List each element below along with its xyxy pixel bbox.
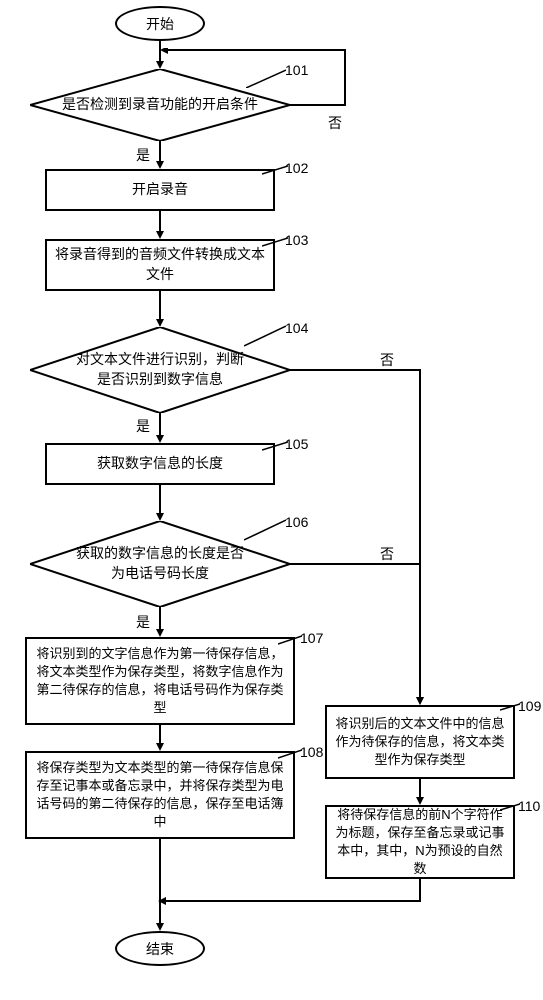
step-number-103: 103 xyxy=(285,232,308,248)
num-pointer xyxy=(244,518,286,542)
arrow xyxy=(155,291,165,327)
decision-104-text: 对文本文件进行识别，判断是否识别到数字信息 xyxy=(70,350,250,389)
num-pointer xyxy=(262,164,288,176)
step-number-105: 105 xyxy=(285,436,308,452)
process-110-text: 将待保存信息的前N个字符作为标题，保存至备忘录或记事本中，其中，N为预设的自然数 xyxy=(335,806,505,879)
loop-no-101 xyxy=(160,48,350,108)
arrow xyxy=(155,725,165,751)
arrow xyxy=(415,779,425,805)
arrow xyxy=(155,485,165,521)
process-108: 将保存类型为文本类型的第一待保存信息保存至记事本或备忘录中，并将保存类型为电话号… xyxy=(25,751,295,839)
num-pointer xyxy=(500,802,520,812)
yes-label-106: 是 xyxy=(136,612,150,632)
process-102: 开启录音 xyxy=(45,169,275,211)
step-number-104: 104 xyxy=(285,320,308,336)
step-number-109: 109 xyxy=(518,698,541,714)
process-107-text: 将识别到的文字信息作为第一待保存信息，将文本类型作为保存类型，将数字信息作为第二… xyxy=(35,645,285,718)
no-label-101: 否 xyxy=(328,113,342,133)
end-text: 结束 xyxy=(146,939,174,959)
step-number-110: 110 xyxy=(518,798,540,814)
process-103-text: 将录音得到的音频文件转换成文本文件 xyxy=(55,245,265,284)
step-number-102: 102 xyxy=(285,160,308,176)
arrow xyxy=(155,141,165,169)
num-pointer xyxy=(278,748,302,760)
start-text: 开始 xyxy=(146,14,174,34)
process-105: 获取数字信息的长度 xyxy=(45,443,275,485)
yes-label-101: 是 xyxy=(136,145,150,165)
step-number-108: 108 xyxy=(300,744,323,760)
process-105-text: 获取数字信息的长度 xyxy=(97,454,223,474)
process-109: 将识别后的文本文件中的信息作为待保存的信息，将文本类型作为保存类型 xyxy=(325,705,515,779)
num-pointer xyxy=(244,324,286,348)
arrow-110-merge xyxy=(158,879,428,909)
no-label-104: 否 xyxy=(380,350,394,370)
process-103: 将录音得到的音频文件转换成文本文件 xyxy=(45,239,275,291)
num-pointer xyxy=(262,236,288,248)
start-terminal: 开始 xyxy=(115,6,205,41)
process-108-text: 将保存类型为文本类型的第一待保存信息保存至记事本或备忘录中，并将保存类型为电话号… xyxy=(35,759,285,832)
process-102-text: 开启录音 xyxy=(132,180,188,200)
num-pointer xyxy=(262,440,288,452)
process-110: 将待保存信息的前N个字符作为标题，保存至备忘录或记事本中，其中，N为预设的自然数 xyxy=(325,805,515,879)
num-pointer xyxy=(278,634,302,646)
arrow xyxy=(155,607,165,637)
no-label-106: 否 xyxy=(380,544,394,564)
decision-106-text: 获取的数字信息的长度是否为电话号码长度 xyxy=(70,544,250,583)
step-number-107: 107 xyxy=(300,630,323,646)
arrow xyxy=(155,211,165,239)
flowchart-canvas: 开始 是否检测到录音功能的开启条件 101 否 是 开启录音 1 xyxy=(0,0,543,1000)
arrow xyxy=(155,413,165,443)
end-terminal: 结束 xyxy=(115,931,205,966)
yes-label-104: 是 xyxy=(136,416,150,436)
process-107: 将识别到的文字信息作为第一待保存信息，将文本类型作为保存类型，将数字信息作为第二… xyxy=(25,637,295,725)
process-109-text: 将识别后的文本文件中的信息作为待保存的信息，将文本类型作为保存类型 xyxy=(335,715,505,770)
num-pointer xyxy=(500,702,520,712)
step-number-106: 106 xyxy=(285,514,308,530)
